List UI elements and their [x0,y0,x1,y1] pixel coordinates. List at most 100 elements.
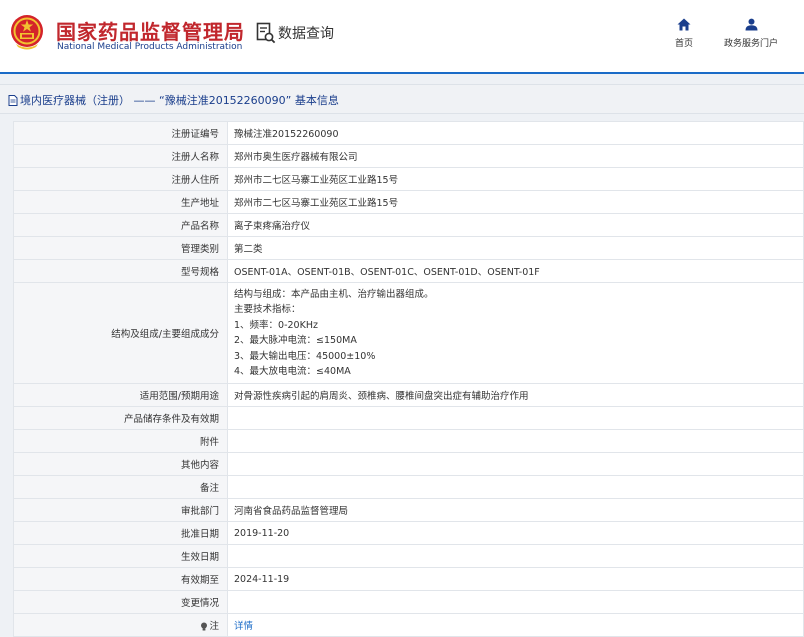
field-label-text: 管理类别 [180,244,219,255]
field-value-line: 3、最大输出电压：45000±10% [234,350,376,362]
breadcrumb-text: 境内医疗器械（注册） —— “豫械注准20152260090” 基本信息 [20,94,339,107]
field-value: OSENT-01A、OSENT-01B、OSENT-01C、OSENT-01D、… [227,259,804,283]
field-value: 对骨源性疾病引起的肩周炎、颈椎病、腰椎间盘突出症有辅助治疗作用 [227,383,804,408]
field-label-text: 注册人住所 [171,175,219,186]
field-label: 其他内容 [13,452,228,477]
nav-home[interactable]: 首页 [672,18,696,49]
field-label: 附件 [13,429,228,454]
table-row: 有效期至 2024-11-19 [13,567,804,592]
field-value-line: 1、频率：0-20KHz [234,319,318,331]
nav-service-portal[interactable]: 政务服务门户 [720,18,782,49]
field-label-text: 变更情况 [180,598,219,610]
field-value [227,544,804,569]
field-label: 审批部门 [13,498,228,523]
field-value [227,475,804,500]
site-header: 国家药品监督管理局 National Medical Products Admi… [0,0,804,72]
field-value: 2019-11-20 [227,521,804,546]
user-icon [745,18,757,31]
field-label: 备注 [13,475,228,500]
table-row: 型号规格 OSENT-01A、OSENT-01B、OSENT-01C、OSENT-… [13,259,804,283]
field-label-text: 结构及组成/主要组成成分 [111,329,219,341]
field-value [227,406,804,431]
field-value: 离子束疼痛治疗仪 [227,213,804,237]
field-label: 管理类别 [13,236,228,260]
field-label-text: 生效日期 [180,552,219,564]
document-icon [8,94,18,106]
table-row: 其他内容 [13,452,804,477]
field-value: 详情 [227,613,804,637]
table-row: 结构及组成/主要组成成分 结构与组成：本产品由主机、治疗输出器组成。 主要技术指标：… [13,281,804,385]
field-label-text: 注册人名称 [171,152,219,163]
field-label: 适用范围/预期用途 [13,383,228,408]
field-label: 产品储存条件及有效期 [13,406,228,431]
field-value-multiline: 结构与组成：本产品由主机、治疗输出器组成。 主要技术指标： 1、频率：0-20KHz… [227,281,804,385]
field-label: 注 [13,613,228,637]
table-row: 注册人住所 郑州市二七区马寨工业苑区工业路15号 [13,167,804,191]
breadcrumb: 境内医疗器械（注册） —— “豫械注准20152260090” 基本信息 [0,84,804,114]
details-link[interactable]: 详情 [234,621,253,632]
detail-table: 注册证编号 豫械注准20152260090 注册人名称 郑州市奥生医疗器械有限公司 注册… [13,121,804,637]
table-row: 批准日期 2019-11-20 [13,521,804,546]
field-value-line: 4、最大放电电流：≤40MA [234,366,351,378]
table-row: 产品储存条件及有效期 [13,406,804,431]
field-label-text: 审批部门 [180,506,219,518]
nav-service-label: 政务服务门户 [723,39,778,49]
table-row: 附件 [13,429,804,454]
site-title: 国家药品监督管理局 [56,20,245,44]
field-value: 河南省食品药品监督管理局 [227,498,804,523]
field-label-text: 附件 [199,437,219,449]
table-row: 适用范围/预期用途 对骨源性疾病引起的肩周炎、颈椎病、腰椎间盘突出症有辅助治疗作用 [13,383,804,408]
field-label: 变更情况 [13,590,228,615]
field-label: 注册证编号 [13,121,228,145]
field-value-line: 结构与组成：本产品由主机、治疗输出器组成。 [234,289,434,300]
nav-home-label: 首页 [674,39,693,49]
field-label: 注册人住所 [13,167,228,191]
field-label-text: 型号规格 [180,267,219,278]
field-value-line: 2、最大脉冲电流：≤150MA [234,335,357,347]
search-document-icon [256,22,276,44]
field-label: 批准日期 [13,521,228,546]
table-row: 产品名称 离子束疼痛治疗仪 [13,213,804,237]
table-row: 管理类别 第二类 [13,236,804,260]
field-value: 郑州市二七区马寨工业苑区工业路15号 [227,190,804,214]
field-label: 结构及组成/主要组成成分 [13,281,228,385]
table-row: 注册人名称 郑州市奥生医疗器械有限公司 [13,144,804,168]
data-query-label: 数据查询 [278,26,334,42]
field-label-text: 适用范围/预期用途 [139,391,219,403]
table-row: 生产地址 郑州市二七区马寨工业苑区工业路15号 [13,190,804,214]
field-label-text: 有效期至 [180,575,219,587]
field-label: 产品名称 [13,213,228,237]
field-value [227,429,804,454]
field-value [227,590,804,615]
field-value [227,452,804,477]
data-query-link[interactable]: 数据查询 [256,21,334,45]
field-label: 注册人名称 [13,144,228,168]
field-value: 2024-11-19 [227,567,804,592]
field-value: 第二类 [227,236,804,260]
field-value-line: 主要技术指标： [234,304,301,316]
field-label-text: 生产地址 [180,198,219,209]
table-row: 注册证编号 豫械注准20152260090 [13,121,804,145]
table-row: 注 详情 [13,613,804,637]
field-label-text: 注 [209,621,219,633]
lightbulb-icon [201,622,208,631]
field-label-text: 其他内容 [180,460,219,472]
table-row: 生效日期 [13,544,804,569]
field-label: 型号规格 [13,259,228,283]
home-icon [677,18,691,31]
field-value: 豫械注准20152260090 [227,121,804,145]
table-row: 变更情况 [13,590,804,615]
field-value: 郑州市奥生医疗器械有限公司 [227,144,804,168]
table-row: 备注 [13,475,804,500]
site-subtitle: National Medical Products Administration [57,42,243,52]
detail-table-body: 注册证编号 豫械注准20152260090 注册人名称 郑州市奥生医疗器械有限公司 注册… [13,121,804,637]
national-emblem-icon [11,15,43,50]
field-label-text: 产品储存条件及有效期 [123,414,219,426]
field-label: 生效日期 [13,544,228,569]
field-label: 有效期至 [13,567,228,592]
field-label-text: 备注 [199,483,219,495]
field-value: 郑州市二七区马寨工业苑区工业路15号 [227,167,804,191]
field-label-text: 产品名称 [180,221,219,232]
field-label-text: 批准日期 [180,529,219,541]
field-label-text: 注册证编号 [171,129,219,140]
